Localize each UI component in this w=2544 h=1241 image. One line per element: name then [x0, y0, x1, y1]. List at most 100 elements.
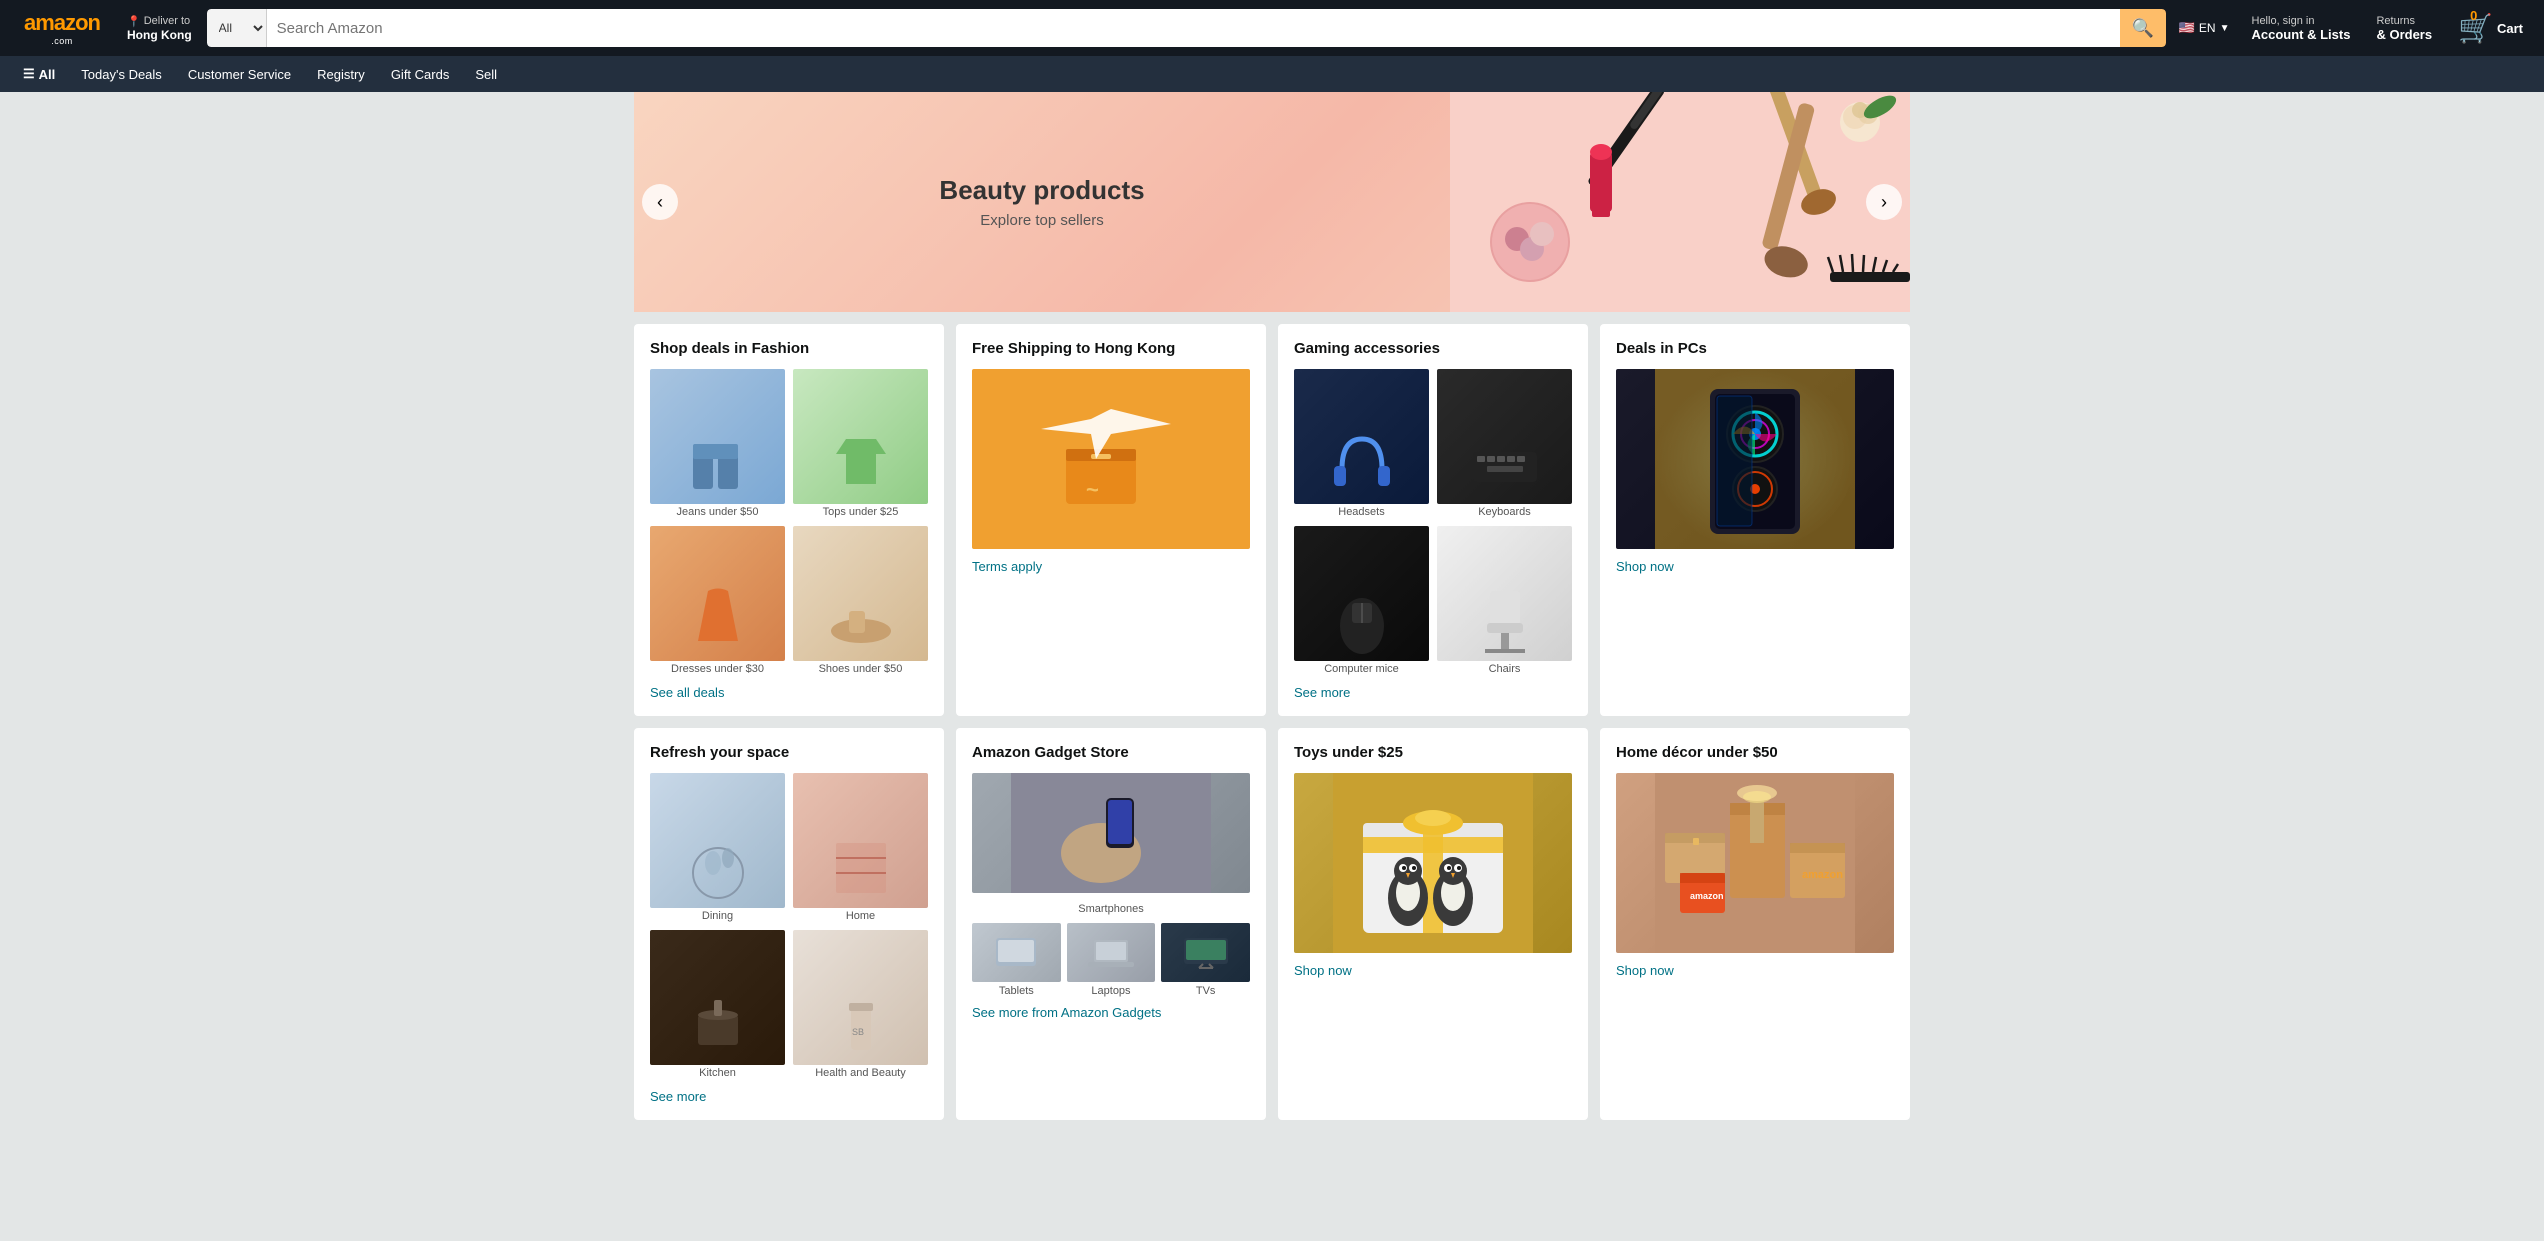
fashion-jeans-img: [650, 369, 785, 504]
card-toys: Toys under $25: [1278, 728, 1588, 1120]
card-gadget-main-img: [972, 773, 1250, 893]
nav-item-customer-service[interactable]: Customer Service: [177, 60, 302, 89]
gaming-mouse-img: [1294, 526, 1429, 661]
gaming-keyboard-item[interactable]: Keyboards: [1437, 369, 1572, 518]
flag-icon: 🇺🇸: [2179, 20, 2195, 36]
nav-all-button[interactable]: ☰ All: [12, 59, 66, 89]
hero-text: Beauty products Explore top sellers: [634, 155, 1450, 249]
fashion-jeans-item[interactable]: Jeans under $50: [650, 369, 785, 518]
logo-button[interactable]: amazon .com: [12, 5, 112, 51]
nav-item-deals[interactable]: Today's Deals: [70, 60, 173, 89]
card-refresh-images: Dining Home Kitchen SB: [650, 773, 928, 1079]
refresh-kitchen-item[interactable]: Kitchen: [650, 930, 785, 1079]
card-homedecor-title: Home décor under $50: [1616, 744, 1894, 761]
refresh-home-item[interactable]: Home: [793, 773, 928, 922]
card-fashion-link[interactable]: See all deals: [650, 685, 724, 700]
fashion-dresses-img: [650, 526, 785, 661]
card-gadget-link[interactable]: See more from Amazon Gadgets: [972, 1005, 1161, 1020]
account-button[interactable]: Hello, sign in Account & Lists: [2243, 10, 2360, 47]
search-input[interactable]: [267, 9, 2120, 47]
gadget-tablets-item[interactable]: Tablets: [972, 923, 1061, 997]
fashion-shoes-label: Shoes under $50: [793, 663, 928, 675]
nav-item-registry[interactable]: Registry: [306, 60, 376, 89]
gaming-chair-item[interactable]: Chairs: [1437, 526, 1572, 675]
deliver-to-button[interactable]: 📍 Deliver to Hong Kong: [120, 10, 199, 47]
gadget-laptops-label: Laptops: [1067, 985, 1156, 997]
card-toys-title: Toys under $25: [1294, 744, 1572, 761]
nav-bar: ☰ All Today's Deals Customer Service Reg…: [0, 56, 2544, 92]
hero-subtitle: Explore top sellers: [674, 212, 1410, 229]
card-gadget-sub-items: Tablets Laptops TVs: [972, 923, 1250, 997]
logo-suffix: .com: [51, 36, 73, 46]
search-category-select[interactable]: All: [207, 9, 267, 47]
gaming-mouse-item[interactable]: Computer mice: [1294, 526, 1429, 675]
hero-title: Beauty products: [674, 175, 1410, 206]
card-gaming-link[interactable]: See more: [1294, 685, 1350, 700]
gadget-tvs-img: [1161, 923, 1250, 982]
card-gadget-title: Amazon Gadget Store: [972, 744, 1250, 761]
card-shipping-img: ~: [972, 369, 1250, 549]
refresh-dining-img: [650, 773, 785, 908]
search-bar: All 🔍: [207, 9, 2166, 47]
language-selector[interactable]: 🇺🇸 EN ▼: [2174, 15, 2235, 41]
card-toys-link[interactable]: Shop now: [1294, 963, 1352, 978]
card-refresh-title: Refresh your space: [650, 744, 928, 761]
refresh-kitchen-img: [650, 930, 785, 1065]
chevron-right-icon: ›: [1881, 192, 1887, 213]
card-shipping-title: Free Shipping to Hong Kong: [972, 340, 1250, 357]
search-icon: 🔍: [2132, 18, 2154, 39]
refresh-home-img: [793, 773, 928, 908]
cart-button[interactable]: 🛒 0 Cart: [2449, 7, 2532, 50]
hero-banner: ‹ Beauty products Explore top sellers: [634, 92, 1910, 312]
returns-line1: Returns: [2376, 15, 2432, 27]
card-pcs-title: Deals in PCs: [1616, 340, 1894, 357]
card-fashion-title: Shop deals in Fashion: [650, 340, 928, 357]
card-refresh: Refresh your space Dining Home: [634, 728, 944, 1120]
returns-button[interactable]: Returns & Orders: [2367, 10, 2441, 47]
chevron-down-icon: ▼: [2220, 23, 2230, 34]
fashion-tops-item[interactable]: Tops under $25: [793, 369, 928, 518]
card-gadget: Amazon Gadget Store Smartphones: [956, 728, 1266, 1120]
gadget-tvs-label: TVs: [1161, 985, 1250, 997]
card-homedecor-link[interactable]: Shop now: [1616, 963, 1674, 978]
hero-next-button[interactable]: ›: [1866, 184, 1902, 220]
fashion-shoes-item[interactable]: Shoes under $50: [793, 526, 928, 675]
refresh-beauty-item[interactable]: SB Health and Beauty: [793, 930, 928, 1079]
refresh-home-label: Home: [793, 910, 928, 922]
chevron-left-icon: ‹: [657, 192, 663, 213]
card-pcs-link[interactable]: Shop now: [1616, 559, 1674, 574]
hero-image-svg: [1450, 92, 1910, 312]
card-refresh-link[interactable]: See more: [650, 1089, 706, 1104]
card-fashion: Shop deals in Fashion Jeans under $50 To…: [634, 324, 944, 716]
card-pcs: Deals in PCs: [1600, 324, 1910, 716]
hero-prev-button[interactable]: ‹: [642, 184, 678, 220]
gadget-tablets-label: Tablets: [972, 985, 1061, 997]
fashion-jeans-label: Jeans under $50: [650, 506, 785, 518]
card-shipping: Free Shipping to Hong Kong ~ Terms apply: [956, 324, 1266, 716]
card-fashion-images: Jeans under $50 Tops under $25 Dresses u…: [650, 369, 928, 675]
fashion-tops-img: [793, 369, 928, 504]
header: amazon .com 📍 Deliver to Hong Kong All 🔍…: [0, 0, 2544, 56]
card-gaming-title: Gaming accessories: [1294, 340, 1572, 357]
hero-image: [1450, 92, 1910, 312]
svg-text:SB: SB: [852, 1027, 864, 1037]
fashion-dresses-item[interactable]: Dresses under $30: [650, 526, 785, 675]
gadget-tvs-item[interactable]: TVs: [1161, 923, 1250, 997]
cart-icon: 🛒 0: [2458, 12, 2493, 45]
deliver-label: Deliver to: [144, 15, 190, 27]
card-gadget-main-label: Smartphones: [972, 903, 1250, 915]
nav-item-sell[interactable]: Sell: [464, 60, 508, 89]
svg-text:amazon: amazon: [1802, 869, 1843, 881]
cart-label: Cart: [2497, 21, 2523, 36]
gaming-headset-item[interactable]: Headsets: [1294, 369, 1429, 518]
cards-grid: Shop deals in Fashion Jeans under $50 To…: [634, 312, 1910, 1132]
card-shipping-link[interactable]: Terms apply: [972, 559, 1042, 574]
returns-line2: & Orders: [2376, 27, 2432, 42]
search-button[interactable]: 🔍: [2120, 9, 2166, 47]
refresh-dining-item[interactable]: Dining: [650, 773, 785, 922]
gadget-laptops-item[interactable]: Laptops: [1067, 923, 1156, 997]
card-gaming: Gaming accessories Headsets Keyboards: [1278, 324, 1588, 716]
gadget-tablets-img: [972, 923, 1061, 982]
card-homedecor-img: amazon amazon: [1616, 773, 1894, 953]
nav-item-gift-cards[interactable]: Gift Cards: [380, 60, 461, 89]
